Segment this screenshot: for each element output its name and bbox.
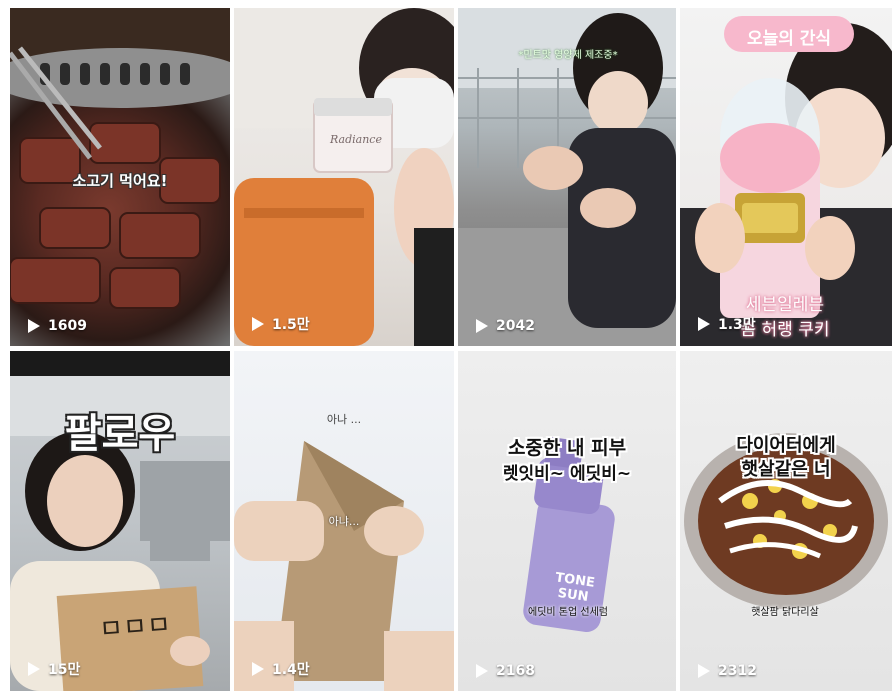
view-count-value: 2042 [496,318,535,334]
tile-caption-top: 아나 ... [326,413,362,426]
tile-caption-2: 렛잇비~ 에딧비~ [502,464,632,484]
play-icon [476,664,488,678]
view-count-value: 2168 [496,663,535,679]
video-grid: 소고기 먹어요! 1609 Radiance 1.5만 *민트맛 영양제 제조중… [0,0,892,691]
tile-caption-top: 오늘의 간식 [746,29,832,49]
view-count-value: 15만 [48,662,81,678]
video-tile-3[interactable]: *민트맛 영양제 제조중* 2042 [458,8,676,346]
view-count: 1609 [28,318,87,334]
video-tile-8[interactable]: 다이어터에게 햇살같은 너 햇살팜 닭다리살 2312 [680,351,892,691]
tile-caption-1: 다이어터에게 [736,435,836,456]
tile-caption: 팔로우 [64,411,176,457]
view-count: 2312 [698,663,757,679]
view-count-value: 1.5만 [272,317,310,333]
video-tile-5[interactable]: ㅁㅁㅁ 팔로우 15만 [10,351,230,691]
view-count: 1.3만 [698,314,756,334]
view-count: 2168 [476,663,535,679]
view-count-value: 2312 [718,663,757,679]
play-icon [476,319,488,333]
product-label: Radiance [330,133,382,146]
view-count: 1.5만 [252,314,310,334]
view-count: 1.4만 [252,659,310,679]
thumbnail-tone-sun [458,351,676,691]
tile-caption-1: 소중한 내 피부 [507,437,627,459]
play-icon [28,662,40,676]
tile-subcaption: 에딧비 톤업 선세럼 [528,607,608,618]
view-count: 2042 [476,318,535,334]
play-icon [252,317,264,331]
play-icon [698,664,710,678]
play-icon [698,317,710,331]
video-tile-4[interactable]: 오늘의 간식 세븐일레븐 솜 허랭 쿠키 1.3만 [680,8,892,346]
tile-caption-2: 햇살같은 너 [741,459,831,480]
view-count-value: 1.4만 [272,662,310,678]
play-icon [252,662,264,676]
video-tile-6[interactable]: 아나 ... 아냐... 1.4만 [234,351,454,691]
play-icon [28,319,40,333]
view-count-value: 1.3만 [718,317,756,333]
tile-subcaption: 햇살팜 닭다리살 [751,607,819,618]
thumbnail-radiance [234,8,454,346]
thumbnail-chicken [680,351,892,691]
video-tile-7[interactable]: 소중한 내 피부 렛잇비~ 에딧비~ TONE SUN 에딧비 톤업 선세럼 2… [458,351,676,691]
view-count-value: 1609 [48,318,87,334]
tile-caption: 소고기 먹어요! [72,172,168,190]
tile-caption-bottom-1: 세븐일레븐 [745,295,825,315]
tile-caption-mid: 아냐... [328,515,360,528]
view-count: 15만 [28,659,80,679]
tile-caption: *민트맛 영양제 제조중* [518,50,618,61]
video-tile-1[interactable]: 소고기 먹어요! 1609 [10,8,230,346]
svg-text:ㅁㅁㅁ: ㅁㅁㅁ [98,610,172,645]
video-tile-2[interactable]: Radiance 1.5만 [234,8,454,346]
